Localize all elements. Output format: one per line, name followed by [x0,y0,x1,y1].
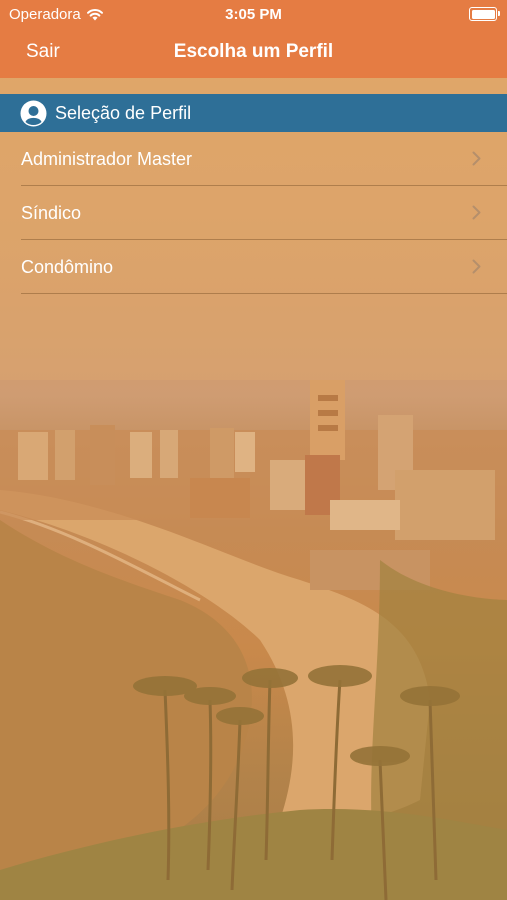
navigation-bar: Sair Escolha um Perfil [0,28,507,78]
chevron-right-icon [472,259,481,274]
section-header: Seleção de Perfil [0,94,507,132]
section-label: Seleção de Perfil [55,102,192,123]
row-divider [21,293,507,294]
chevron-right-icon [472,205,481,220]
profile-item-sindico[interactable]: Síndico [0,186,507,240]
profile-item-administrador-master[interactable]: Administrador Master [0,132,507,186]
profile-item-label: Condômino [21,257,114,277]
user-profile-icon [20,100,47,126]
page-title: Escolha um Perfil [173,41,334,62]
profile-item-label: Administrador Master [21,149,193,169]
profile-item-condomino[interactable]: Condômino [0,240,507,294]
status-bar: Operadora 3:05 PM [0,0,507,28]
chevron-right-icon [472,151,481,166]
status-time: 3:05 PM [225,6,282,23]
battery-icon [469,7,500,21]
profile-list: Administrador Master Síndico Condômino [0,132,507,294]
profile-item-label: Síndico [21,203,82,223]
